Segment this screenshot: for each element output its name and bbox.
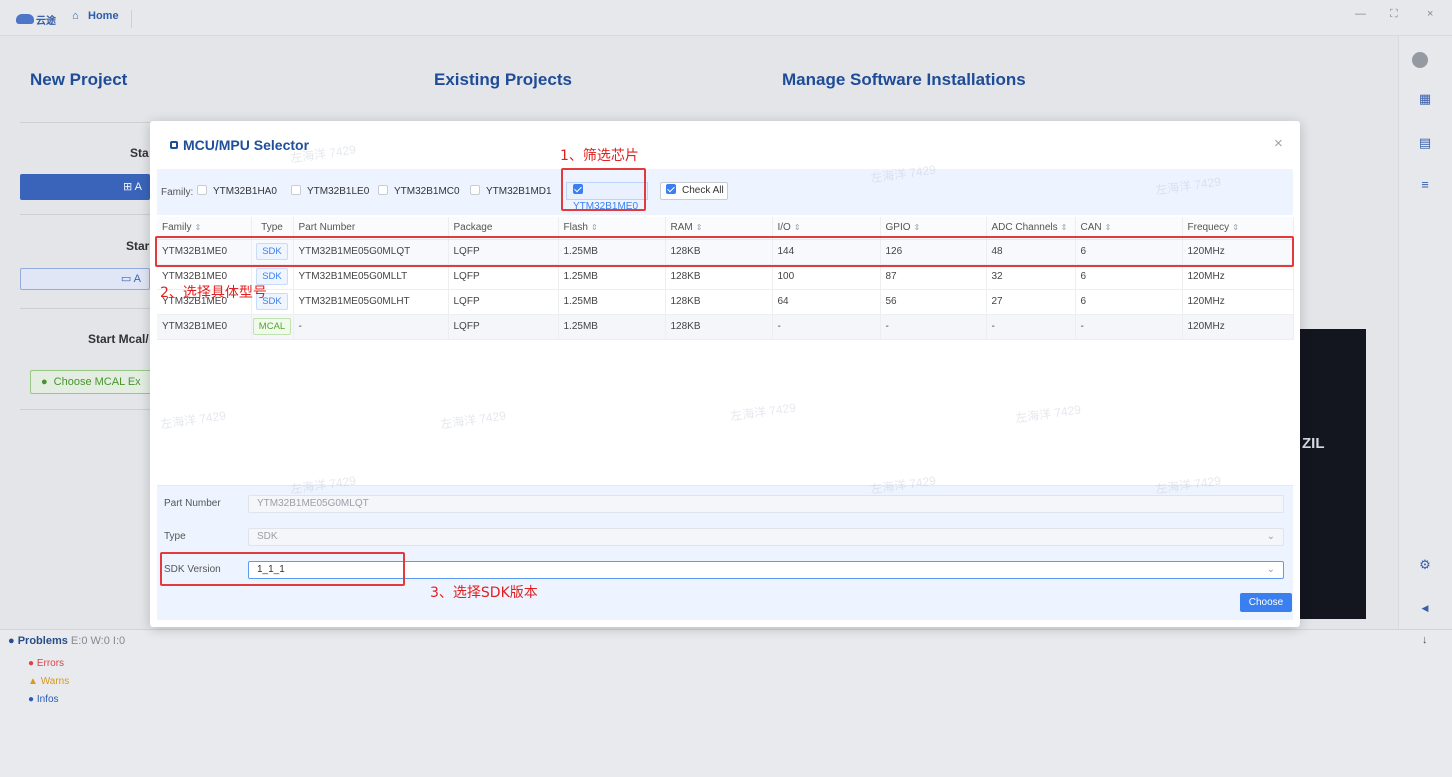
checkbox <box>197 185 207 195</box>
annotation-step2: 2、选择具体型号 <box>160 285 267 301</box>
sort-icon: ⇕ <box>793 223 801 233</box>
table-row[interactable]: YTM32B1ME0 MCAL - LQFP 1.25MB 128KB - - … <box>157 314 1294 340</box>
checkbox <box>291 185 301 195</box>
cell: 128KB <box>665 289 773 315</box>
cell: 6 <box>1075 289 1183 315</box>
sort-icon: ⇕ <box>1104 223 1112 233</box>
chevron-down-icon: ⌄ <box>1266 564 1275 575</box>
col-label: RAM <box>670 222 693 234</box>
cell: 1.25MB <box>558 314 666 340</box>
cell: 128KB <box>665 264 773 290</box>
cell: - <box>880 314 987 340</box>
col-label: Part Number <box>298 222 356 234</box>
col-label: ADC Channels <box>991 222 1058 234</box>
col-label: Type <box>261 222 283 234</box>
type-value: SDK <box>257 531 278 542</box>
cell: MCAL <box>251 314 294 340</box>
annotation-step3: 3、选择SDK版本 <box>430 585 538 601</box>
family-checkbox-le0[interactable]: YTM32B1LE0 <box>291 184 369 200</box>
cell: 120MHz <box>1182 264 1294 290</box>
family-checkbox-md1[interactable]: YTM32B1MD1 <box>470 184 552 200</box>
col-label: Family <box>162 222 192 234</box>
cell: LQFP <box>448 289 559 315</box>
cell: YTM32B1ME05G0MLHT <box>293 289 449 315</box>
type-label: Type <box>164 531 186 542</box>
cell: 120MHz <box>1182 289 1294 315</box>
family-name: YTM32B1HA0 <box>213 186 277 197</box>
dialog-title: MCU/MPU Selector <box>170 137 309 153</box>
type-select: SDK ⌄ <box>248 528 1284 546</box>
cell: YTM32B1ME0 <box>157 314 252 340</box>
sort-icon: ⇕ <box>590 223 598 233</box>
family-filter: Family: YTM32B1HA0 YTM32B1LE0 YTM32B1MC0… <box>157 169 1293 215</box>
sort-icon: ⇕ <box>194 223 202 233</box>
cell: 128KB <box>665 314 773 340</box>
cell: - <box>293 314 449 340</box>
col-label: I/O <box>777 222 791 234</box>
sort-icon: ⇕ <box>1232 223 1239 233</box>
cell: YTM32B1ME05G0MLLT <box>293 264 449 290</box>
cell: 87 <box>880 264 987 290</box>
cell: 1.25MB <box>558 264 666 290</box>
cell: LQFP <box>448 314 559 340</box>
cell: 32 <box>986 264 1076 290</box>
cell: 56 <box>880 289 987 315</box>
col-label: CAN <box>1080 222 1102 234</box>
col-label: GPIO <box>885 222 911 234</box>
family-name: YTM32B1MD1 <box>486 186 552 197</box>
sort-icon: ⇕ <box>1060 223 1068 233</box>
part-number-label: Part Number <box>164 498 221 509</box>
sort-icon: ⇕ <box>695 223 703 233</box>
col-label: Frequecy <box>1187 222 1230 234</box>
annotation-box-sdk <box>160 552 405 586</box>
chip-icon <box>170 141 178 149</box>
check-all-label: Check All <box>682 185 724 196</box>
annotation-step1: 1、筛选芯片 <box>560 148 639 164</box>
family-checkbox-ha0[interactable]: YTM32B1HA0 <box>197 184 277 200</box>
cell: 6 <box>1075 264 1183 290</box>
family-label: Family: <box>161 187 194 198</box>
cell: 27 <box>986 289 1076 315</box>
table-empty-area <box>157 342 1293 486</box>
part-number-field: YTM32B1ME05G0MLQT <box>248 495 1284 513</box>
cell: 64 <box>772 289 881 315</box>
table-row[interactable]: YTM32B1ME0 SDK YTM32B1ME05G0MLHT LQFP 1.… <box>157 289 1294 315</box>
chevron-down-icon: ⌄ <box>1266 531 1275 542</box>
cell: LQFP <box>448 264 559 290</box>
sort-icon: ⇕ <box>913 223 921 233</box>
family-name: YTM32B1MC0 <box>394 186 460 197</box>
cell: - <box>986 314 1076 340</box>
check-all-button[interactable]: Check All <box>660 182 728 200</box>
annotation-box-family <box>561 168 646 211</box>
close-dialog-button[interactable]: × <box>1274 135 1283 152</box>
choose-button[interactable]: Choose <box>1240 593 1292 612</box>
cell: 100 <box>772 264 881 290</box>
cell: - <box>772 314 881 340</box>
cell: 120MHz <box>1182 314 1294 340</box>
dialog-title-text: MCU/MPU Selector <box>183 137 310 153</box>
col-label: Flash <box>563 222 588 234</box>
type-tag: MCAL <box>252 318 292 335</box>
cell: - <box>1075 314 1183 340</box>
checkbox <box>378 185 388 195</box>
cell: 1.25MB <box>558 289 666 315</box>
checkbox <box>470 185 480 195</box>
family-name: YTM32B1LE0 <box>307 186 370 197</box>
annotation-box-part <box>155 236 1294 267</box>
family-checkbox-mc0[interactable]: YTM32B1MC0 <box>378 184 460 200</box>
checkbox-partial <box>666 184 676 194</box>
col-label: Package <box>453 222 493 234</box>
table-row[interactable]: YTM32B1ME0 SDK YTM32B1ME05G0MLLT LQFP 1.… <box>157 264 1294 290</box>
